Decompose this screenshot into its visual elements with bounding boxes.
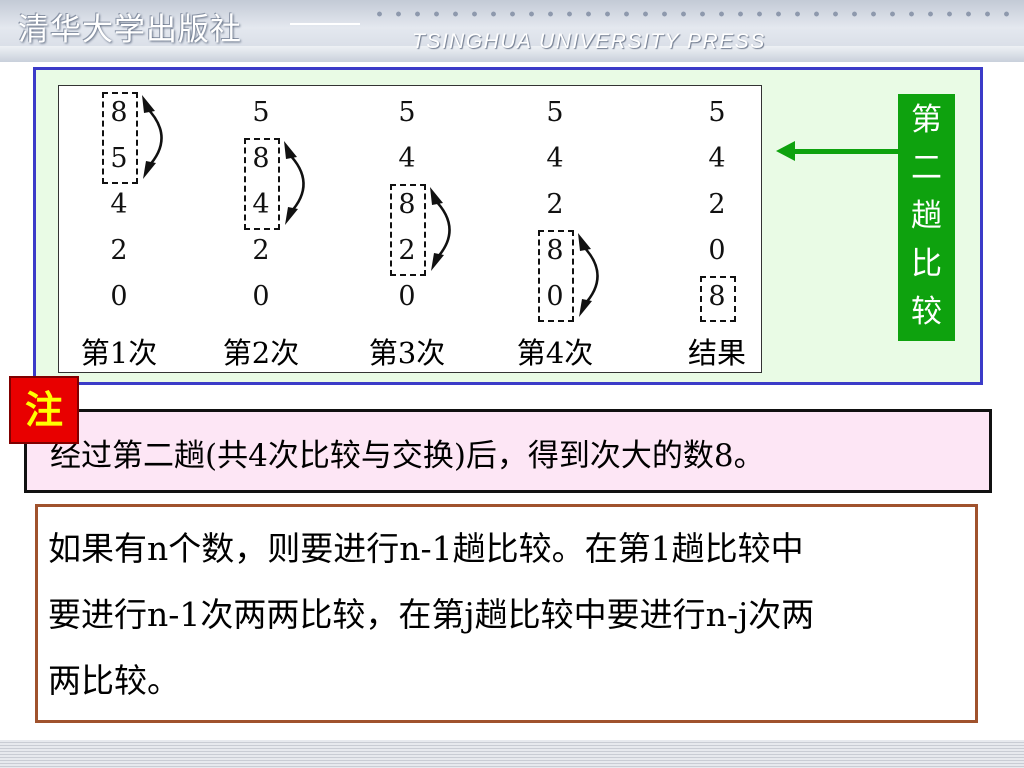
arrowhead-icon	[431, 253, 444, 271]
swap-arrow-icon	[433, 198, 451, 260]
pass-tag-char: 较	[911, 294, 942, 330]
pass-tag-char: 第	[911, 102, 942, 138]
swap-arrow-icon	[145, 106, 163, 168]
explanation-line: 两比较。	[48, 661, 180, 700]
explanation-line: 如果有n个数，则要进行n-1趟比较。在第1趟比较中	[48, 529, 804, 568]
arrowhead-icon	[142, 95, 155, 113]
explanation-line: 要进行n-1次两两比较，在第j趟比较中要进行n-j次两	[48, 595, 815, 634]
arrowhead-icon	[285, 207, 298, 225]
note-text: 经过第二趟(共4次比较与交换)后，得到次大的数8。	[50, 438, 765, 474]
swap-arrow-icon	[581, 244, 599, 306]
arrowhead-icon	[430, 187, 443, 205]
footer-stripes	[0, 740, 1024, 768]
explanation-text: 如果有n个数，则要进行n-1趟比较。在第1趟比较中 要进行n-1次两两比较，在第…	[48, 516, 958, 714]
arrowhead-icon	[143, 161, 156, 179]
arrowhead-icon	[578, 233, 591, 251]
pointer-arrow-shaft	[793, 149, 898, 154]
pass-tag-char: 比	[911, 246, 942, 282]
pass-tag: 第 二 趟 比 较	[898, 94, 955, 341]
left-arrow-icon	[776, 141, 795, 161]
arrowhead-icon	[579, 299, 592, 317]
note-badge-label: 注	[24, 388, 63, 432]
swap-arrow-icon	[287, 152, 305, 214]
pass-tag-char: 二	[911, 150, 942, 186]
arrowhead-icon	[284, 141, 297, 159]
note-badge: 注	[9, 376, 79, 444]
pass-tag-char: 趟	[911, 198, 942, 234]
